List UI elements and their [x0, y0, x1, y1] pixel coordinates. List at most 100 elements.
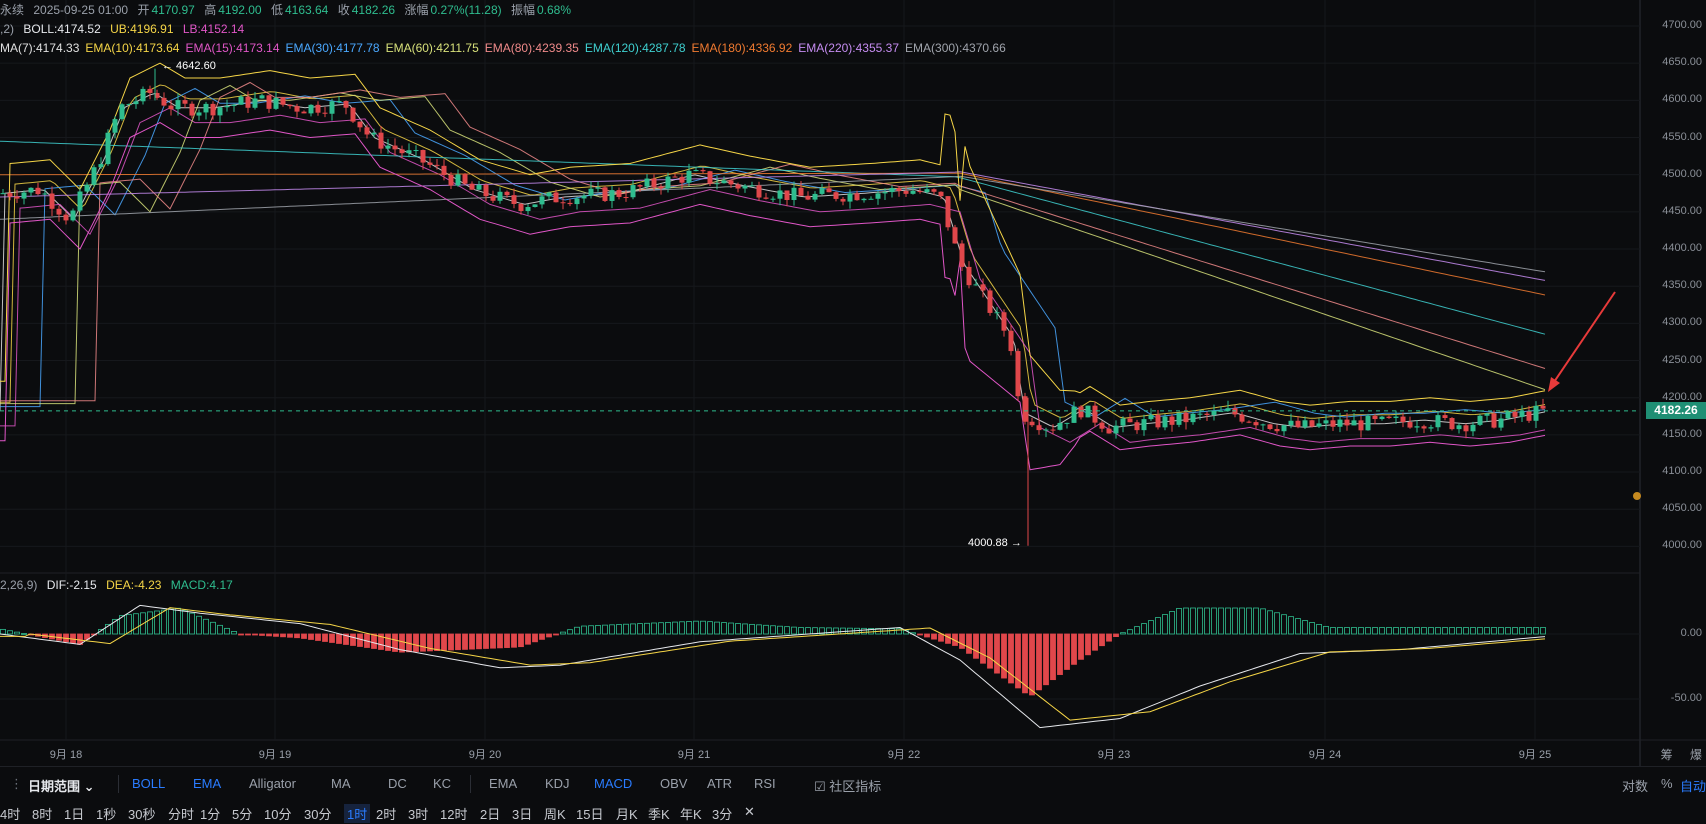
candle-body — [1008, 330, 1014, 352]
indicator-alligator[interactable]: Alligator — [249, 776, 296, 791]
macd-bar — [448, 633, 454, 651]
candle-body — [532, 204, 538, 208]
candle-body — [1540, 405, 1546, 409]
interval-7[interactable]: 5分 — [232, 804, 252, 823]
interval-6[interactable]: 1分 — [200, 804, 220, 823]
interval-17[interactable]: 15日 — [576, 804, 603, 823]
scale-option-0[interactable]: 对数 — [1622, 776, 1648, 795]
indicator-rsi[interactable]: RSI — [754, 776, 776, 791]
indicator-dc[interactable]: DC — [388, 776, 407, 791]
price-chart[interactable] — [0, 0, 1706, 766]
candle-body — [1526, 411, 1532, 421]
interval-5[interactable]: 分时 — [168, 804, 194, 823]
macd-bar — [1316, 624, 1322, 635]
candle-body — [1106, 428, 1112, 434]
indicator-ema[interactable]: EMA — [193, 776, 221, 791]
interval-13[interactable]: 12时 — [440, 804, 467, 823]
liquidation-button[interactable]: 爆 — [1690, 748, 1702, 762]
macd-bar — [1232, 607, 1238, 635]
candle-body — [1477, 415, 1483, 425]
candle-body — [1435, 415, 1441, 428]
interval-21[interactable]: 3分 — [712, 804, 732, 823]
interval-2[interactable]: 1日 — [64, 804, 84, 823]
close-intervals-icon[interactable]: ✕ — [744, 804, 755, 820]
macd-bar — [231, 631, 237, 635]
indicator-ema[interactable]: EMA — [489, 776, 517, 791]
candle-body — [791, 187, 797, 201]
candle-body — [1071, 406, 1077, 423]
date-range-button[interactable]: 日期范围 ⌄ — [28, 776, 95, 795]
macd-bar — [441, 633, 447, 651]
indicator-atr[interactable]: ATR — [707, 776, 732, 791]
candle-body — [1204, 413, 1210, 415]
interval-12[interactable]: 3时 — [408, 804, 428, 823]
candle-body — [1428, 427, 1434, 429]
interval-1[interactable]: 8时 — [32, 804, 52, 823]
candle-body — [427, 162, 433, 165]
macd-bar — [504, 633, 510, 648]
indicator-macd[interactable]: MACD — [594, 776, 632, 791]
candle-body — [1281, 425, 1287, 432]
scale-option-1[interactable]: % — [1661, 776, 1673, 791]
candle-body — [1162, 416, 1168, 428]
price-tick: 4450.00 — [1662, 204, 1702, 217]
macd-bar — [924, 633, 930, 638]
interval-9[interactable]: 30分 — [304, 804, 331, 823]
low-label: 低 — [270, 3, 283, 17]
community-indicators-button[interactable]: ☑ 社区指标 — [814, 776, 881, 795]
time-tick: 9月 24 — [1308, 749, 1342, 761]
candle-body — [686, 170, 692, 183]
candle-body — [238, 96, 244, 105]
interval-14[interactable]: 2日 — [480, 804, 500, 823]
chips-button[interactable]: 筹 — [1661, 748, 1673, 762]
macd-bar — [630, 623, 636, 635]
candle-body — [1211, 410, 1217, 415]
interval-20[interactable]: 年K — [680, 804, 702, 823]
candle-body — [1099, 422, 1105, 429]
interval-10[interactable]: 1时 — [344, 804, 371, 823]
indicator-kdj[interactable]: KDJ — [545, 776, 570, 791]
interval-3[interactable]: 1秒 — [96, 804, 116, 823]
interval-8[interactable]: 10分 — [264, 804, 291, 823]
macd-bar — [1456, 627, 1462, 635]
collapse-icon[interactable]: ⋮ — [10, 776, 23, 792]
macd-bar — [938, 633, 944, 642]
candle-body — [1127, 418, 1133, 423]
candle-body — [959, 243, 965, 267]
interval-16[interactable]: 周K — [544, 804, 566, 823]
macd-bar — [1351, 627, 1357, 635]
candle-body — [1169, 416, 1175, 425]
indicator-kc[interactable]: KC — [433, 776, 451, 791]
indicator-boll[interactable]: BOLL — [132, 776, 165, 791]
macd-bar — [182, 609, 188, 635]
interval-15[interactable]: 3日 — [512, 804, 532, 823]
indicator-obv[interactable]: OBV — [660, 776, 687, 791]
macd-bar — [217, 624, 223, 635]
candle-body — [819, 188, 825, 194]
candle-body — [728, 180, 734, 185]
ohlc-datetime: 2025-09-25 01:00 — [33, 3, 129, 17]
candle-body — [112, 119, 118, 133]
macd-bar — [497, 633, 503, 649]
candle-body — [49, 193, 55, 209]
interval-11[interactable]: 2时 — [376, 804, 396, 823]
macd-bar — [1127, 629, 1133, 635]
macd-bar — [1141, 623, 1147, 635]
macd-bar — [1148, 620, 1154, 635]
candle-body — [1330, 420, 1336, 427]
ema-value-0: MA(7):4174.33 — [0, 41, 80, 55]
candle-body — [1043, 429, 1049, 431]
interval-0[interactable]: 4时 — [0, 804, 20, 823]
interval-18[interactable]: 月K — [616, 804, 638, 823]
scale-option-2[interactable]: 自动 — [1680, 776, 1706, 795]
candle-body — [462, 174, 468, 184]
indicator-ma[interactable]: MA — [331, 776, 351, 791]
price-tick: 4700.00 — [1662, 19, 1702, 31]
candle-body — [1491, 413, 1497, 428]
interval-4[interactable]: 30秒 — [128, 804, 155, 823]
interval-19[interactable]: 季K — [648, 804, 670, 823]
candle-body — [756, 185, 762, 198]
candle-body — [784, 190, 790, 201]
corner-labels: 筹 爆 — [1661, 746, 1702, 763]
candle-body — [945, 196, 951, 228]
